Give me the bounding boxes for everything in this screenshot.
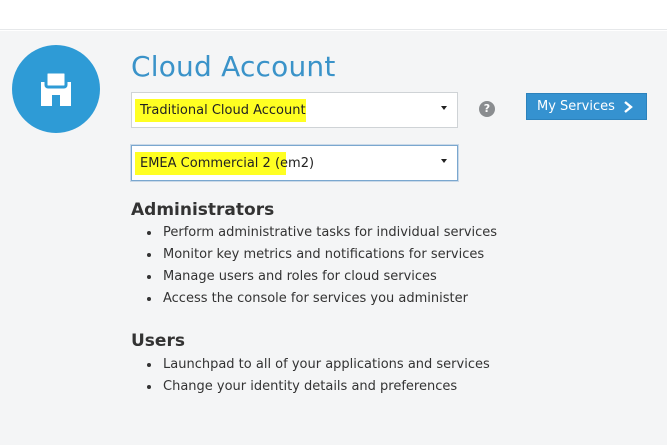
help-icon[interactable]: ? bbox=[479, 101, 495, 117]
administrators-heading: Administrators bbox=[131, 200, 275, 220]
data-region-value: EMEA Commercial 2 (em2) bbox=[140, 156, 315, 171]
account-type-select[interactable]: Traditional Cloud Account bbox=[131, 92, 458, 128]
my-services-button[interactable]: My Services bbox=[526, 93, 647, 120]
chevron-right-icon bbox=[624, 101, 633, 113]
caret-down-icon bbox=[441, 106, 447, 110]
list-item: Perform administrative tasks for individ… bbox=[147, 222, 497, 244]
list-item: Manage users and roles for cloud service… bbox=[147, 266, 497, 288]
list-item: Launchpad to all of your applications an… bbox=[147, 354, 490, 376]
list-item: Access the console for services you admi… bbox=[147, 288, 497, 310]
user-badge-icon bbox=[12, 45, 100, 133]
users-heading: Users bbox=[131, 331, 185, 351]
page-title: Cloud Account bbox=[131, 50, 336, 83]
data-region-select[interactable]: EMEA Commercial 2 (em2) bbox=[131, 145, 458, 181]
my-services-label: My Services bbox=[537, 99, 615, 114]
administrators-list: Perform administrative tasks for individ… bbox=[147, 222, 497, 310]
list-item: Monitor key metrics and notifications fo… bbox=[147, 244, 497, 266]
users-list: Launchpad to all of your applications an… bbox=[147, 354, 490, 398]
list-item: Change your identity details and prefere… bbox=[147, 376, 490, 398]
account-type-value: Traditional Cloud Account bbox=[140, 103, 306, 118]
top-bar bbox=[0, 0, 667, 30]
caret-down-icon bbox=[441, 159, 447, 163]
